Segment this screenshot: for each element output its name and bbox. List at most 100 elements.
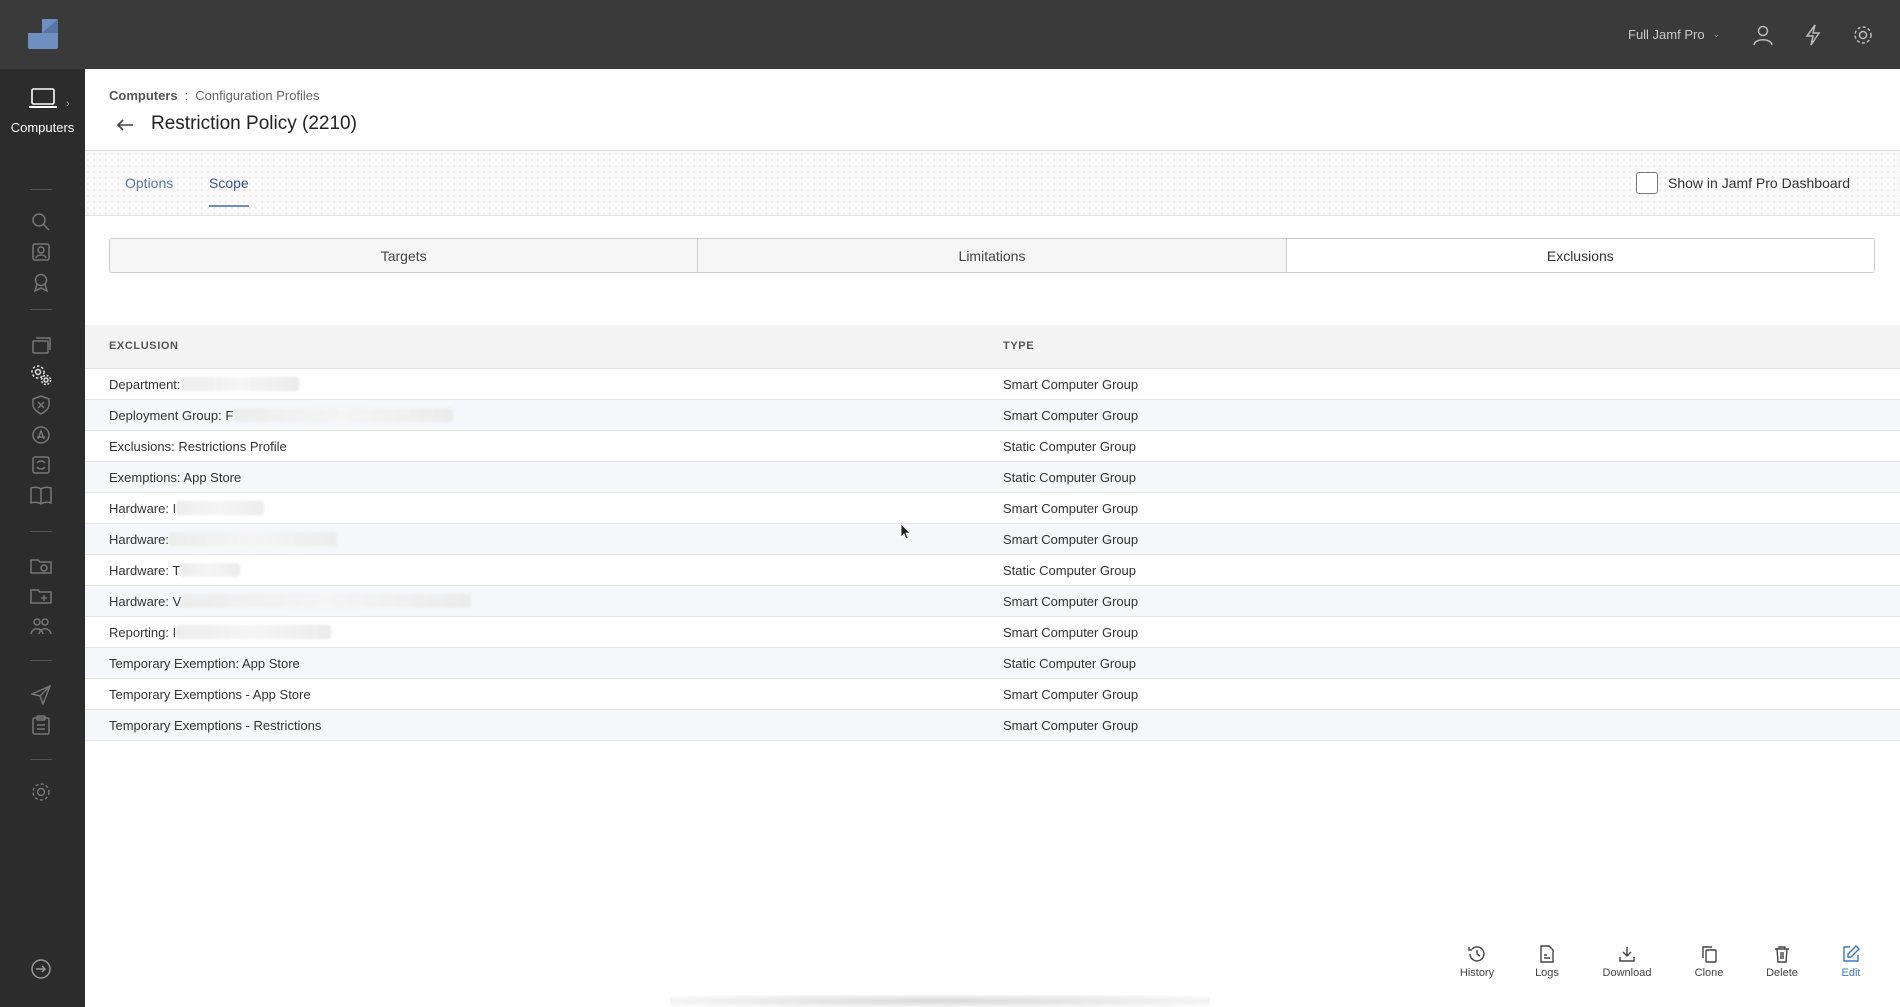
breadcrumb-root[interactable]: Computers [109, 88, 178, 103]
back-arrow-icon[interactable] [115, 115, 135, 135]
clipboard-icon[interactable] [28, 712, 54, 738]
checkbox-box[interactable] [1636, 172, 1658, 194]
segment-targets[interactable]: Targets [110, 239, 699, 272]
edit-icon [1843, 945, 1860, 962]
table-row[interactable]: Reporting: I Smart Computer Group [85, 617, 1900, 648]
settings-gears-icon[interactable] [28, 362, 54, 388]
logout-icon[interactable] [28, 956, 54, 982]
exclusion-cell: Hardware: V [109, 594, 472, 609]
exclusions-table: EXCLUSION TYPE Department: Smart Compute… [85, 325, 1900, 741]
type-cell: Smart Computer Group [1003, 625, 1139, 640]
search-icon[interactable] [28, 209, 54, 235]
breadcrumb-current[interactable]: Configuration Profiles [195, 88, 319, 103]
top-bar: Full Jamf Pro ⌄ [0, 0, 1900, 69]
delete-label: Delete [1766, 967, 1798, 979]
settings-icon[interactable] [28, 779, 54, 805]
edit-label: Edit [1841, 967, 1861, 979]
shield-icon[interactable] [28, 392, 54, 418]
redacted-text [176, 501, 265, 515]
exclusion-cell: Exemptions: App Store [109, 470, 242, 485]
exclusion-cell: Temporary Exemptions - Restrictions [109, 718, 322, 733]
type-cell: Smart Computer Group [1003, 594, 1139, 609]
inventory-icon[interactable] [28, 239, 54, 265]
table-row[interactable]: Exclusions: Restrictions Profile Static … [85, 431, 1900, 462]
history-icon [1468, 946, 1485, 962]
stack-icon[interactable] [28, 332, 54, 358]
send-icon[interactable] [28, 682, 54, 708]
gear-icon[interactable] [1850, 22, 1876, 48]
logs-button[interactable]: Logs [1517, 945, 1577, 979]
tab-scope[interactable]: Scope [209, 175, 249, 207]
scope-segmented-control: Targets Limitations Exclusions [109, 238, 1875, 273]
table-row[interactable]: Exemptions: App Store Static Computer Gr… [85, 462, 1900, 493]
segment-exclusions[interactable]: Exclusions [1286, 239, 1874, 272]
exclusion-text: Hardware: T [109, 563, 181, 578]
type-cell: Smart Computer Group [1003, 408, 1139, 423]
type-cell: Smart Computer Group [1003, 377, 1139, 392]
users-icon[interactable] [28, 613, 54, 639]
exclusion-cell: Hardware: [109, 532, 337, 547]
download-label: Download [1602, 967, 1652, 979]
exclusion-text: Reporting: I [109, 625, 177, 640]
show-in-dashboard-checkbox[interactable]: Show in Jamf Pro Dashboard [1636, 172, 1850, 194]
folder-add-icon[interactable] [28, 583, 54, 609]
lightning-icon[interactable] [1800, 22, 1826, 48]
type-cell: Static Computer Group [1003, 470, 1136, 485]
breadcrumb-separator: : [184, 88, 189, 103]
type-cell: Static Computer Group [1003, 439, 1136, 454]
type-cell: Static Computer Group [1003, 563, 1136, 578]
sidebar-item-computers[interactable]: › Computers [0, 87, 85, 135]
table-row[interactable]: Temporary Exemptions - App Store Smart C… [85, 679, 1900, 710]
column-header-type[interactable]: TYPE [1003, 340, 1034, 352]
clone-icon [1702, 946, 1717, 963]
redacted-text [233, 408, 454, 422]
chevron-down-icon: ⌄ [1712, 29, 1721, 39]
folder-sync-icon[interactable] [28, 553, 54, 579]
environment-label: Full Jamf Pro [1628, 27, 1705, 42]
table-row[interactable]: Temporary Exemptions - Restrictions Smar… [85, 710, 1900, 741]
sync-icon[interactable] [28, 452, 54, 478]
logs-label: Logs [1535, 967, 1559, 979]
delete-button[interactable]: Delete [1752, 945, 1812, 979]
sidebar-main-label: Computers [10, 120, 75, 135]
table-row[interactable]: Hardware: Smart Computer Group [85, 524, 1900, 555]
type-cell: Smart Computer Group [1003, 718, 1139, 733]
column-header-exclusion[interactable]: EXCLUSION [109, 340, 179, 352]
logs-icon [1540, 945, 1554, 963]
exclusion-text: Hardware: V [109, 594, 182, 609]
mouse-cursor-icon [900, 523, 911, 540]
exclusion-cell: Deployment Group: F [109, 408, 454, 423]
table-body: Department: Smart Computer Group Deploym… [85, 369, 1900, 741]
clone-button[interactable]: Clone [1679, 945, 1739, 979]
table-row[interactable]: Hardware: T Static Computer Group [85, 555, 1900, 586]
environment-selector[interactable]: Full Jamf Pro ⌄ [1628, 27, 1720, 42]
exclusion-text: Hardware: [109, 532, 169, 547]
download-icon [1619, 947, 1635, 962]
redacted-text [180, 377, 299, 391]
badge-icon[interactable] [28, 269, 54, 295]
history-button[interactable]: History [1447, 945, 1507, 979]
tabs-bar: Options Scope Show in Jamf Pro Dashboard [85, 151, 1900, 216]
laptop-icon [28, 88, 57, 108]
checkbox-label: Show in Jamf Pro Dashboard [1668, 175, 1851, 191]
table-row[interactable]: Deployment Group: F Smart Computer Group [85, 400, 1900, 431]
edit-button[interactable]: Edit [1821, 945, 1881, 979]
redacted-text [181, 594, 472, 608]
sidebar-divider [30, 531, 52, 532]
book-icon[interactable] [28, 482, 54, 508]
bottom-shadow [670, 995, 1210, 1007]
table-row[interactable]: Department: Smart Computer Group [85, 369, 1900, 400]
sidebar-divider [30, 660, 52, 661]
table-row[interactable]: Temporary Exemption: App Store Static Co… [85, 648, 1900, 679]
download-button[interactable]: Download [1597, 945, 1657, 979]
table-row[interactable]: Hardware: V Smart Computer Group [85, 586, 1900, 617]
segment-limitations[interactable]: Limitations [698, 239, 1287, 272]
exclusion-cell: Temporary Exemptions - App Store [109, 687, 311, 702]
tab-options[interactable]: Options [125, 175, 173, 205]
app-store-icon[interactable] [28, 422, 54, 448]
jamf-logo-icon[interactable] [28, 19, 58, 49]
sidebar-divider [30, 759, 52, 760]
table-row[interactable]: Hardware: I Smart Computer Group [85, 493, 1900, 524]
user-icon[interactable] [1750, 22, 1776, 48]
exclusion-cell: Hardware: T [109, 563, 241, 578]
